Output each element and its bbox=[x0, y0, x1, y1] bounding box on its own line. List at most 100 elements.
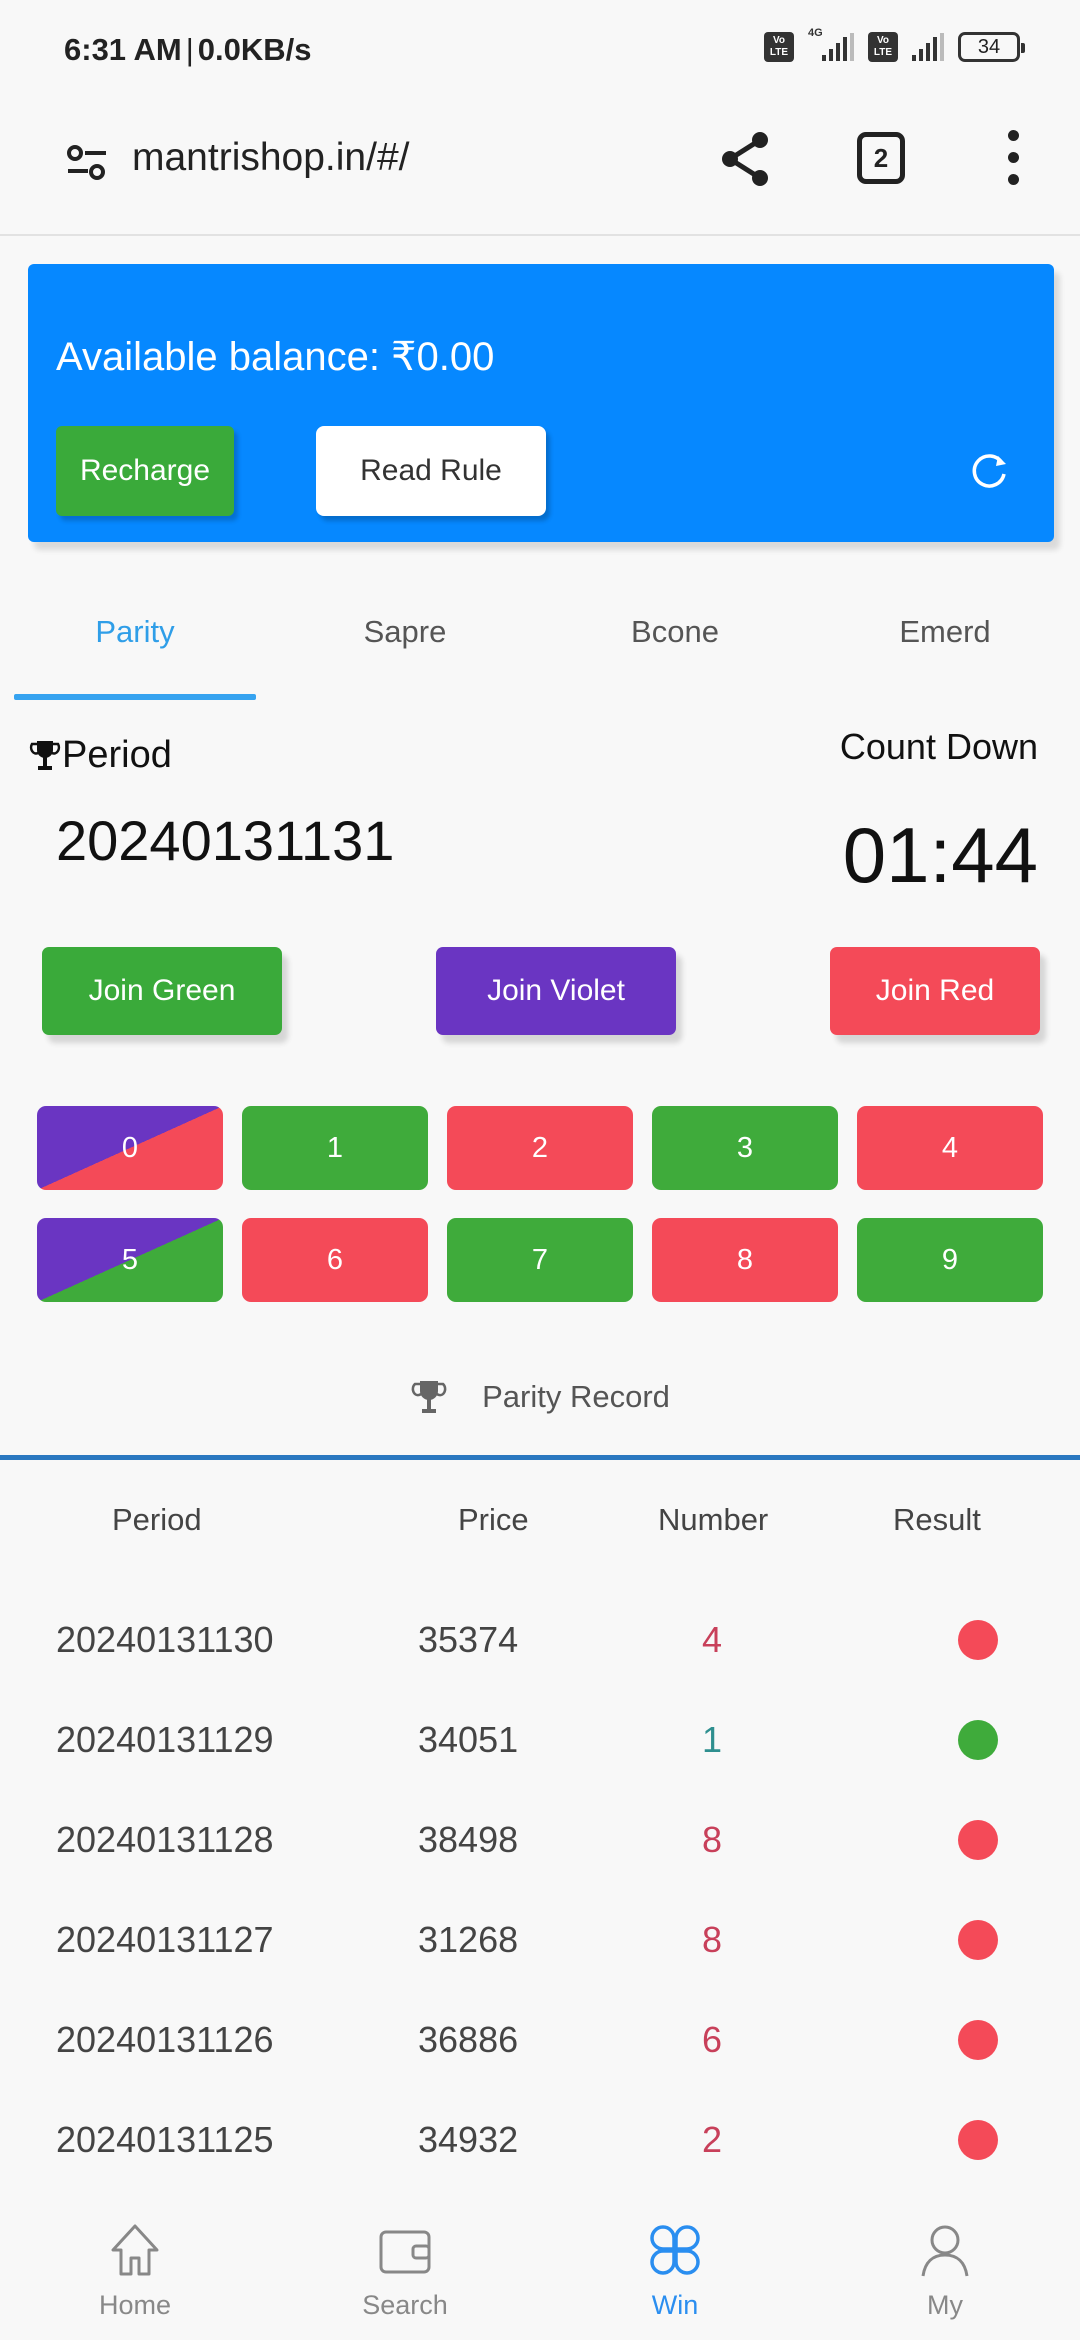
number-button-0[interactable]: 0 bbox=[37, 1106, 223, 1190]
record-table-header: Period Price Number Result bbox=[0, 1490, 1080, 1550]
record-number: 1 bbox=[702, 1719, 723, 1760]
record-period: 20240131128 bbox=[56, 1819, 274, 1860]
url-field[interactable]: mantrishop.in/#/ bbox=[132, 136, 409, 180]
result-dot bbox=[958, 1920, 998, 1960]
record-price: 31268 bbox=[418, 1919, 519, 1960]
header-price: Price bbox=[458, 1502, 529, 1537]
tab-bcone[interactable]: Bcone bbox=[540, 590, 810, 700]
refresh-icon[interactable] bbox=[968, 450, 1010, 492]
record-price: 35374 bbox=[418, 1619, 519, 1660]
site-settings-icon[interactable] bbox=[64, 140, 110, 186]
share-icon[interactable] bbox=[716, 130, 774, 188]
header-period: Period bbox=[112, 1502, 202, 1537]
status-time-speed: 6:31 AM | 0.0KB/s bbox=[64, 32, 312, 68]
record-row: 20240131129 34051 1 bbox=[0, 1690, 1080, 1790]
record-price: 34932 bbox=[418, 2119, 519, 2160]
nav-win[interactable]: Win bbox=[540, 2200, 810, 2340]
bottom-nav: Home Search Win My bbox=[0, 2200, 1080, 2340]
volte-icon: Vo LTE bbox=[764, 32, 794, 62]
result-dot bbox=[958, 1620, 998, 1660]
status-time: 6:31 AM bbox=[64, 32, 182, 67]
record-number: 8 bbox=[702, 1919, 723, 1960]
number-button-8[interactable]: 8 bbox=[652, 1218, 838, 1302]
wallet-icon bbox=[379, 2230, 431, 2274]
record-result bbox=[840, 2120, 1080, 2160]
record-row: 20240131125 34932 2 bbox=[0, 2090, 1080, 2190]
record-number: 8 bbox=[702, 1819, 723, 1860]
record-number: 2 bbox=[702, 2119, 723, 2160]
nav-my[interactable]: My bbox=[810, 2200, 1080, 2340]
battery-icon: 34 bbox=[958, 32, 1025, 62]
number-button-4[interactable]: 4 bbox=[857, 1106, 1043, 1190]
number-button-6[interactable]: 6 bbox=[242, 1218, 428, 1302]
status-icons: Vo LTE 4G Vo LTE 34 bbox=[764, 27, 1025, 62]
number-grid: 01234 56789 bbox=[37, 1106, 1044, 1302]
countdown-timer: 01:44 bbox=[842, 811, 1038, 899]
nav-search-label: Search bbox=[362, 2290, 448, 2320]
tab-emerd[interactable]: Emerd bbox=[810, 590, 1080, 700]
read-rule-button[interactable]: Read Rule bbox=[316, 426, 546, 516]
record-result bbox=[840, 1820, 1080, 1860]
more-menu-icon[interactable] bbox=[1000, 130, 1026, 190]
number-button-2[interactable]: 2 bbox=[447, 1106, 633, 1190]
signal-icon: 4G bbox=[808, 27, 854, 61]
tab-sapre[interactable]: Sapre bbox=[270, 590, 540, 700]
browser-toolbar: mantrishop.in/#/ 2 bbox=[0, 100, 1080, 236]
status-bar: 6:31 AM | 0.0KB/s Vo LTE 4G Vo LTE 34 bbox=[0, 0, 1080, 100]
result-dot bbox=[958, 2120, 998, 2160]
record-row: 20240131127 31268 8 bbox=[0, 1890, 1080, 1990]
user-icon bbox=[921, 2225, 969, 2277]
number-button-9[interactable]: 9 bbox=[857, 1218, 1043, 1302]
signal-icon-2 bbox=[912, 33, 944, 61]
nav-home-label: Home bbox=[98, 2290, 172, 2320]
record-period: 20240131129 bbox=[56, 1719, 274, 1760]
record-number: 4 bbox=[702, 1619, 723, 1660]
tab-switcher-button[interactable]: 2 bbox=[857, 132, 905, 184]
record-table: Period Price Number Result 20240131130 35… bbox=[0, 1490, 1080, 2190]
record-price: 38498 bbox=[418, 1819, 519, 1860]
record-result bbox=[840, 1720, 1080, 1760]
number-button-3[interactable]: 3 bbox=[652, 1106, 838, 1190]
nav-home[interactable]: Home bbox=[0, 2200, 270, 2340]
header-result: Result bbox=[893, 1502, 981, 1537]
record-period: 20240131125 bbox=[56, 2119, 274, 2160]
period-label: Period bbox=[62, 734, 172, 776]
volte-icon-2: Vo LTE bbox=[868, 32, 898, 62]
join-red-button[interactable]: Join Red bbox=[830, 947, 1040, 1035]
balance-card: Available balance: ₹0.00 Recharge Read R… bbox=[28, 264, 1054, 542]
record-divider bbox=[0, 1455, 1080, 1460]
clover-icon bbox=[650, 2225, 700, 2275]
home-icon bbox=[111, 2224, 159, 2276]
record-heading: Parity Record bbox=[0, 1378, 1080, 1416]
record-period: 20240131126 bbox=[56, 2019, 274, 2060]
available-balance: Available balance: ₹0.00 bbox=[56, 335, 495, 379]
result-dot bbox=[958, 2020, 998, 2060]
record-result bbox=[840, 2020, 1080, 2060]
record-period: 20240131127 bbox=[56, 1919, 274, 1960]
record-price: 36886 bbox=[418, 2019, 519, 2060]
record-title: Parity Record bbox=[482, 1379, 670, 1414]
recharge-button[interactable]: Recharge bbox=[56, 426, 234, 516]
game-tabs: Parity Sapre Bcone Emerd bbox=[0, 590, 1080, 700]
number-button-7[interactable]: 7 bbox=[447, 1218, 633, 1302]
record-result bbox=[840, 1620, 1080, 1660]
nav-win-label: Win bbox=[651, 2290, 699, 2320]
record-price: 34051 bbox=[418, 1719, 519, 1760]
number-button-1[interactable]: 1 bbox=[242, 1106, 428, 1190]
trophy-icon bbox=[29, 740, 61, 770]
network-type-label: 4G bbox=[808, 27, 823, 39]
nav-search[interactable]: Search bbox=[270, 2200, 540, 2340]
number-button-5[interactable]: 5 bbox=[37, 1218, 223, 1302]
record-period: 20240131130 bbox=[56, 1619, 274, 1660]
header-number: Number bbox=[658, 1502, 769, 1537]
join-green-button[interactable]: Join Green bbox=[42, 947, 282, 1035]
current-period: 20240131131 bbox=[56, 809, 395, 872]
record-row: 20240131126 36886 6 bbox=[0, 1990, 1080, 2090]
status-speed: 0.0KB/s bbox=[197, 32, 312, 67]
nav-my-label: My bbox=[927, 2290, 963, 2320]
tab-parity[interactable]: Parity bbox=[0, 590, 270, 700]
result-dot bbox=[958, 1720, 998, 1760]
status-separator: | bbox=[185, 32, 194, 67]
record-number: 6 bbox=[702, 2019, 723, 2060]
join-violet-button[interactable]: Join Violet bbox=[436, 947, 676, 1035]
